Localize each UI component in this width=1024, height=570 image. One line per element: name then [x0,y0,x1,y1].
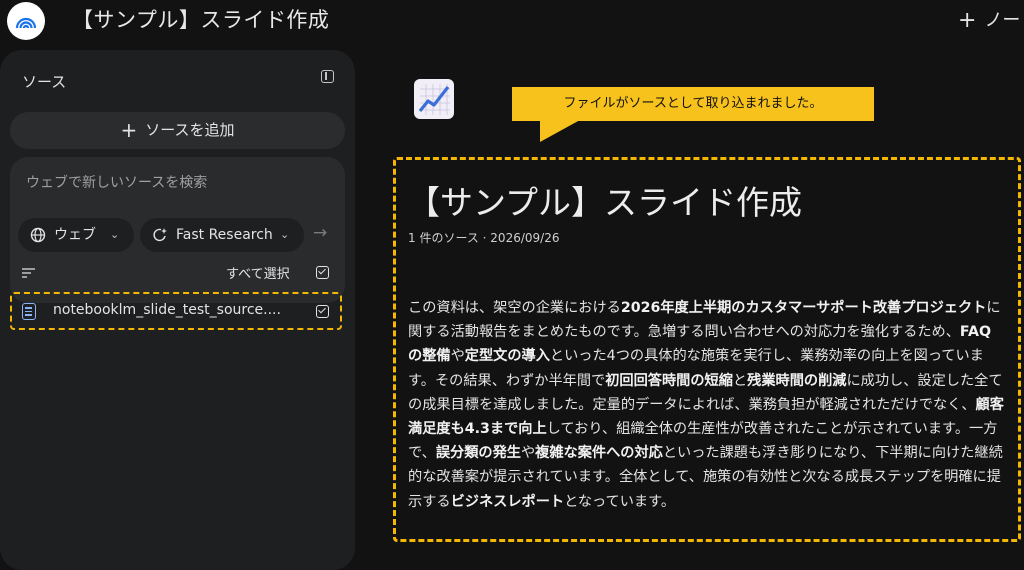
summary-bold-text: ビジネスレポート [450,493,565,510]
summary-bold-text: 複雑な案件への対応 [535,445,663,462]
new-note-button[interactable]: + ノート [958,6,1024,33]
research-chip-label: Fast Research [176,227,273,243]
web-search-box: ウェブで新しいソースを検索 ウェブ ⌄ Fast Research ⌄ → [10,157,345,303]
summary-bold-text: 誤分類の発生 [435,445,521,462]
add-source-button[interactable]: + ソースを追加 [10,112,345,149]
source-item-checkbox[interactable] [316,305,329,318]
callout-tail [540,120,580,142]
sources-sidebar: ソース + ソースを追加 ウェブで新しいソースを検索 ウェブ ⌄ Fast Res… [0,50,355,570]
filter-icon[interactable] [22,268,36,278]
source-item-name[interactable]: notebooklm_slide_test_source.... [53,302,281,318]
summary-text: となっています。 [564,493,676,510]
note-meta: 1 件のソース · 2026/09/26 [408,231,560,245]
summary-bold-text: 残業時間の削減 [747,372,847,389]
plus-icon: + [958,8,977,33]
panel-toggle-icon[interactable] [321,70,334,83]
select-all-label: すべて選択 [226,267,290,282]
search-input[interactable]: ウェブで新しいソースを検索 [26,172,207,192]
note-title: 【サンプル】スライド作成 [407,183,803,222]
summary-text: と [732,372,748,389]
add-source-label: ソースを追加 [145,121,235,139]
summary-text: や [450,348,465,365]
summary-bold-text: 2026年度上半期のカスタマーサポート改善プロジェクト [620,300,987,316]
callout-banner: ファイルがソースとして取り込まれました。 [512,87,874,121]
arrow-right-icon[interactable]: → [313,223,327,243]
notebook-title[interactable]: 【サンプル】スライド作成 [72,4,329,34]
select-all-checkbox[interactable] [316,266,329,279]
notebooklm-logo-icon[interactable] [7,2,45,40]
summary-text: や [520,445,536,462]
note-summary: この資料は、架空の企業における2026年度上半期のカスタマーサポート改善プロジェ… [408,296,1004,514]
chart-emoji-icon [414,79,454,119]
new-note-label: ノート [984,10,1024,31]
web-chip-label: ウェブ [54,227,96,243]
summary-bold-text: 定型文の導入 [464,348,550,365]
sidebar-title: ソース [22,73,67,91]
chevron-down-icon: ⌄ [110,228,120,241]
document-icon [22,303,36,320]
web-source-dropdown[interactable]: ウェブ ⌄ [18,218,134,252]
plus-icon: + [120,118,138,142]
chevron-down-icon: ⌄ [280,228,290,241]
summary-text: この資料は、架空の企業における [408,300,621,316]
research-mode-dropdown[interactable]: Fast Research ⌄ [140,218,304,252]
research-spark-icon [153,228,167,242]
globe-icon [30,227,46,243]
summary-bold-text: 初回回答時間の短縮 [605,372,733,389]
